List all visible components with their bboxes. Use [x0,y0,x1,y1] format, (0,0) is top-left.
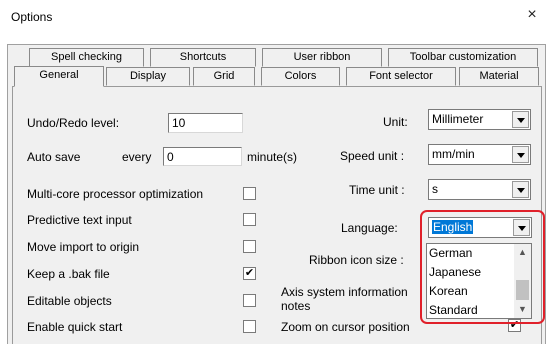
highlight-annotation [420,210,545,324]
checkbox-move-import[interactable] [243,240,256,253]
undo-redo-input[interactable]: 10 [168,113,243,133]
tab-grid[interactable]: Grid [193,67,255,86]
checkbox-predictive[interactable] [243,213,256,226]
time-unit-label: Time unit : [349,183,405,197]
unit-select[interactable]: Millimeter [428,109,531,130]
tab-display[interactable]: Display [106,67,190,86]
tab-spell-checking[interactable]: Spell checking [29,48,144,67]
option-label-move-import: Move import to origin [27,240,140,254]
window-title: Options [11,10,53,24]
autosave-unit-label: minute(s) [247,150,298,164]
time-unit-value: s [432,182,438,196]
tab-material[interactable]: Material [459,67,539,86]
option-label-quickstart: Enable quick start [27,320,123,334]
option-label-predictive: Predictive text input [27,213,132,227]
axis-info-label-notes: notes [281,299,311,313]
tab-colors[interactable]: Colors [261,67,340,86]
speed-unit-label: Speed unit : [340,149,405,163]
checkbox-editable[interactable] [243,294,256,307]
option-label-editable: Editable objects [27,294,112,308]
autosave-label: Auto save [27,150,81,164]
language-label: Language: [341,221,398,235]
undo-redo-label: Undo/Redo level: [27,116,120,130]
check-icon: ✔ [244,267,255,279]
checkbox-quickstart[interactable] [243,320,256,333]
unit-value: Millimeter [432,112,484,126]
tab-toolbar-customization[interactable]: Toolbar customization [388,48,538,67]
tab-shortcuts[interactable]: Shortcuts [150,48,256,67]
autosave-every-label: every [122,150,152,164]
option-label-bak: Keep a .bak file [27,267,110,281]
chevron-down-icon[interactable] [512,146,529,163]
tab-user-ribbon[interactable]: User ribbon [262,48,382,67]
tab-font-selector[interactable]: Font selector [346,67,456,86]
checkbox-bak[interactable]: ✔ [243,267,256,280]
zoom-cursor-label: Zoom on cursor position [281,320,410,334]
speed-unit-select[interactable]: mm/min [428,144,531,165]
ribbon-icon-size-label: Ribbon icon size : [309,253,404,267]
checkbox-multicore[interactable] [243,187,256,200]
unit-label: Unit: [383,115,408,129]
option-label-multicore: Multi-core processor optimization [27,187,204,201]
tab-general[interactable]: General [14,66,104,87]
autosave-input[interactable]: 0 [163,147,242,166]
axis-info-label: Axis system information [281,285,408,299]
chevron-down-icon[interactable] [512,181,529,198]
chevron-down-icon[interactable] [512,111,529,128]
speed-unit-value: mm/min [432,147,475,161]
time-unit-select[interactable]: s [428,179,531,200]
close-icon[interactable]: × [519,4,545,26]
